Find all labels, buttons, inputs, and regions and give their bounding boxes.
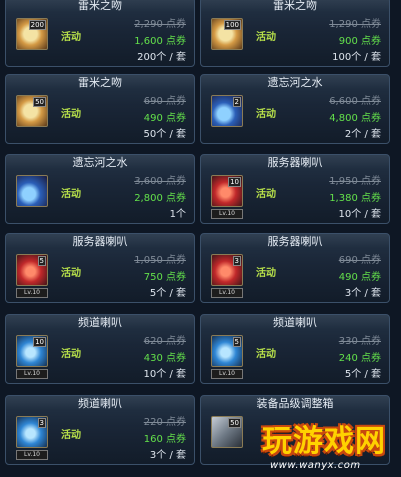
shop-item-card[interactable]: 频道喇叭 10 Lv.10 活动 620 点券 430 点券 10个 / 套 — [5, 314, 195, 384]
item-qty: 3 — [37, 418, 46, 428]
item-qty: 50 — [33, 97, 46, 107]
unit-label: 5个 / 套 — [344, 369, 381, 380]
sale-price: 1,600 点券 — [134, 36, 186, 47]
item-name: 服务器喇叭 — [267, 156, 323, 169]
old-price: 220 点券 — [143, 417, 186, 428]
unit-label: 50个 / 套 — [143, 129, 186, 140]
sale-price: 2,800 点券 — [134, 193, 186, 204]
item-qty: 3 — [232, 256, 241, 266]
level-badge: Lv.10 — [211, 369, 243, 379]
unit-label: 1个 — [169, 209, 186, 220]
sale-price: 490 点券 — [338, 272, 381, 283]
shop-item-card[interactable]: 服务器喇叭 5 Lv.10 活动 1,050 点券 750 点券 5个 / 套 — [5, 233, 195, 303]
item-name: 遗忘河之水 — [267, 76, 323, 89]
sale-price: 160 点券 — [143, 434, 186, 445]
shop-item-card[interactable]: 遗忘河之水 2 活动 6,600 点券 4,800 点券 2个 / 套 — [200, 74, 390, 144]
blue-horn-icon: 10 — [16, 335, 48, 367]
event-tag: 活动 — [61, 109, 81, 120]
event-tag: 活动 — [256, 268, 276, 279]
watermark-url: www.wanyx.com — [270, 460, 361, 471]
old-price: 690 点券 — [338, 255, 381, 266]
sale-price: 750 点券 — [143, 272, 186, 283]
site-watermark: 玩游戏网 www.wanyx.com — [212, 408, 398, 474]
sale-price: 1,380 点券 — [329, 193, 381, 204]
old-price: 2,290 点券 — [134, 19, 186, 30]
event-tag: 活动 — [256, 32, 276, 43]
sale-price: 240 点券 — [338, 353, 381, 364]
old-price: 330 点券 — [338, 336, 381, 347]
item-name: 服务器喇叭 — [267, 235, 323, 248]
level-badge: Lv.10 — [16, 369, 48, 379]
sale-price: 4,800 点券 — [329, 113, 381, 124]
event-tag: 活动 — [61, 32, 81, 43]
item-name: 雷米之吻 — [78, 0, 122, 12]
shop-item-card[interactable]: 服务器喇叭 10 Lv.10 活动 1,950 点券 1,380 点券 10个 … — [200, 154, 390, 224]
red-horn-icon: 3 — [211, 254, 243, 286]
old-price: 3,600 点券 — [134, 176, 186, 187]
unit-label: 200个 / 套 — [137, 52, 186, 63]
unit-label: 3个 / 套 — [344, 288, 381, 299]
red-horn-icon: 5 — [16, 254, 48, 286]
cake-icon: 200 — [16, 18, 48, 50]
event-tag: 活动 — [61, 349, 81, 360]
blue-horn-icon: 3 — [16, 416, 48, 448]
item-qty: 5 — [232, 337, 241, 347]
item-name: 遗忘河之水 — [72, 156, 128, 169]
item-name: 频道喇叭 — [78, 316, 122, 329]
red-horn-icon: 10 — [211, 175, 243, 207]
event-tag: 活动 — [61, 189, 81, 200]
unit-label: 5个 / 套 — [149, 288, 186, 299]
potion-icon: 2 — [211, 95, 243, 127]
item-qty: 200 — [28, 20, 46, 30]
unit-label: 2个 / 套 — [344, 129, 381, 140]
blue-horn-icon: 5 — [211, 335, 243, 367]
shop-item-card[interactable]: 雷米之吻 50 活动 690 点券 490 点券 50个 / 套 — [5, 74, 195, 144]
level-badge: Lv.10 — [211, 209, 243, 219]
event-tag: 活动 — [256, 109, 276, 120]
item-qty: 5 — [37, 256, 46, 266]
item-name: 频道喇叭 — [78, 397, 122, 410]
level-badge: Lv.10 — [16, 450, 48, 460]
old-price: 620 点券 — [143, 336, 186, 347]
level-badge: Lv.10 — [16, 288, 48, 298]
cake-icon: 50 — [16, 95, 48, 127]
event-tag: 活动 — [256, 349, 276, 360]
old-price: 1,290 点券 — [329, 19, 381, 30]
shop-item-card[interactable]: 遗忘河之水 活动 3,600 点券 2,800 点券 1个 — [5, 154, 195, 224]
sale-price: 430 点券 — [143, 353, 186, 364]
event-tag: 活动 — [256, 189, 276, 200]
unit-label: 3个 / 套 — [149, 450, 186, 461]
level-badge: Lv.10 — [211, 288, 243, 298]
old-price: 690 点券 — [143, 96, 186, 107]
cake-icon: 100 — [211, 18, 243, 50]
old-price: 1,950 点券 — [329, 176, 381, 187]
unit-label: 100个 / 套 — [332, 52, 381, 63]
watermark-logo: 玩游戏网 — [262, 424, 386, 459]
old-price: 1,050 点券 — [134, 255, 186, 266]
unit-label: 10个 / 套 — [338, 209, 381, 220]
item-name: 雷米之吻 — [78, 76, 122, 89]
sale-price: 490 点券 — [143, 113, 186, 124]
event-tag: 活动 — [61, 430, 81, 441]
unit-label: 10个 / 套 — [143, 369, 186, 380]
shop-item-card[interactable]: 频道喇叭 5 Lv.10 活动 330 点券 240 点券 5个 / 套 — [200, 314, 390, 384]
shop-item-card[interactable]: 服务器喇叭 3 Lv.10 活动 690 点券 490 点券 3个 / 套 — [200, 233, 390, 303]
potion-icon — [16, 175, 48, 207]
item-qty: 2 — [232, 97, 241, 107]
item-qty: 10 — [33, 337, 46, 347]
shop-item-card[interactable]: 雷米之吻 200 活动 2,290 点券 1,600 点券 200个 / 套 — [5, 0, 195, 67]
item-name: 频道喇叭 — [273, 316, 317, 329]
sale-price: 900 点券 — [338, 36, 381, 47]
old-price: 6,600 点券 — [329, 96, 381, 107]
shop-grid: 雷米之吻 200 活动 2,290 点券 1,600 点券 200个 / 套 雷… — [0, 0, 401, 477]
item-qty: 100 — [223, 20, 241, 30]
item-qty: 10 — [228, 177, 241, 187]
event-tag: 活动 — [61, 268, 81, 279]
item-name: 雷米之吻 — [273, 0, 317, 12]
shop-item-card[interactable]: 雷米之吻 100 活动 1,290 点券 900 点券 100个 / 套 — [200, 0, 390, 67]
shop-item-card[interactable]: 频道喇叭 3 Lv.10 活动 220 点券 160 点券 3个 / 套 — [5, 395, 195, 465]
item-name: 服务器喇叭 — [72, 235, 128, 248]
